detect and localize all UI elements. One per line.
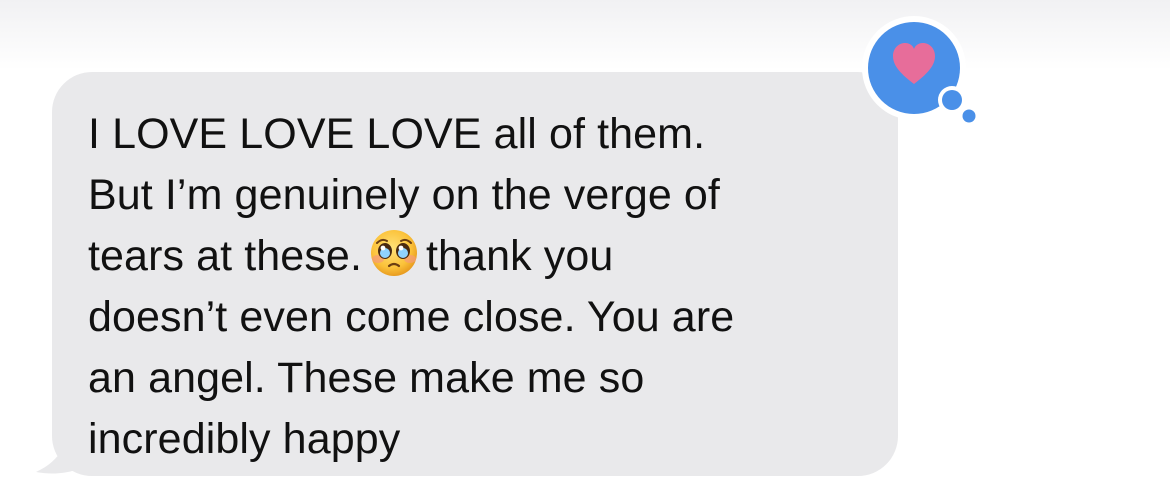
message-line: incredibly happy (88, 415, 401, 463)
heart-tapback-icon[interactable] (858, 14, 978, 126)
message-line: doesn’t even come close. You are (88, 293, 735, 341)
message-text: I LOVE LOVE LOVE all of them. But I’m ge… (88, 104, 878, 470)
message-thread: I LOVE LOVE LOVE all of them. But I’m ge… (0, 0, 1170, 492)
message-line: tears at these. thank you (88, 226, 878, 287)
message-line: I LOVE LOVE LOVE all of them. (88, 110, 706, 158)
message-line-part: tears at these. (88, 232, 362, 280)
message-line-part: thank you (426, 232, 614, 280)
message-line: But I’m genuinely on the verge of (88, 171, 720, 219)
message-line: an angel. These make me so (88, 354, 645, 402)
pleading-face-emoji (371, 230, 417, 276)
